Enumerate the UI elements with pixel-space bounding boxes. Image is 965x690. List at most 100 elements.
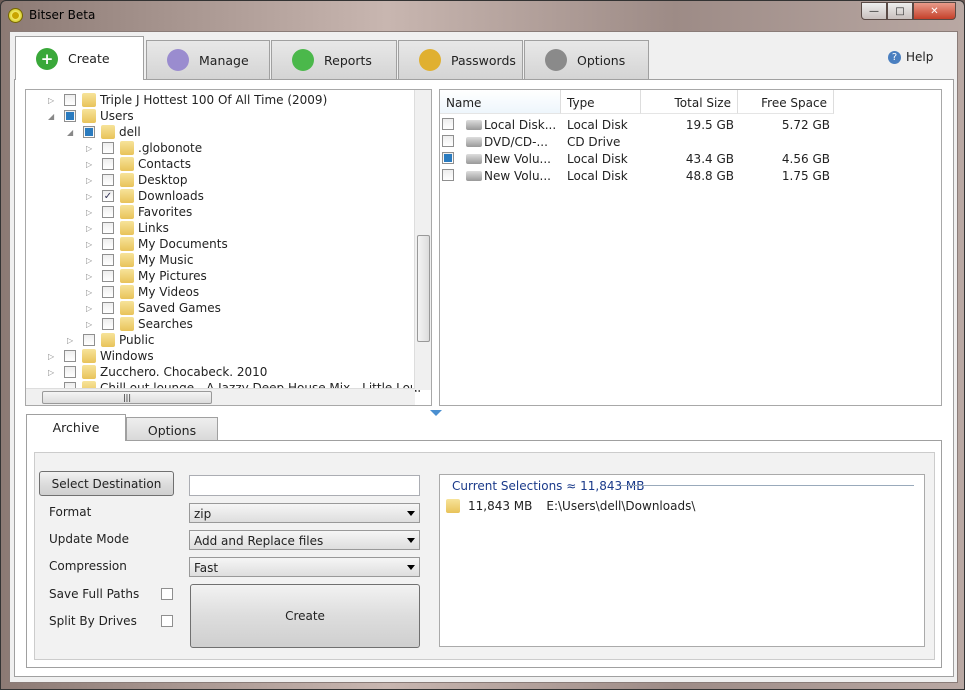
expander-icon[interactable]: ▷: [86, 320, 96, 329]
tree-item[interactable]: ▷ My Pictures: [86, 268, 207, 284]
checkbox[interactable]: [442, 152, 454, 164]
expander-icon[interactable]: ▷: [86, 160, 96, 169]
expander-icon[interactable]: ▷: [86, 144, 96, 153]
save-full-paths-checkbox[interactable]: [161, 588, 173, 600]
drive-row[interactable]: New Volu... Local Disk 48.8 GB 1.75 GB: [440, 167, 940, 184]
tree-item[interactable]: ▷ ✓ Downloads: [86, 188, 204, 204]
checkbox[interactable]: [102, 206, 114, 218]
column-header-name[interactable]: Name: [440, 90, 561, 114]
expander-icon[interactable]: ▷: [48, 96, 58, 105]
checkbox[interactable]: [83, 334, 95, 346]
tree-item[interactable]: ▷ Zucchero. Chocabeck. 2010: [48, 364, 267, 380]
close-button[interactable]: ✕: [913, 2, 956, 20]
help-label: Help: [906, 50, 934, 64]
checkbox[interactable]: [64, 366, 76, 378]
scroll-thumb[interactable]: [417, 235, 430, 342]
tree-item[interactable]: ◢ dell: [67, 124, 141, 140]
tree-item[interactable]: ▷ My Videos: [86, 284, 199, 300]
expander-icon[interactable]: ▷: [48, 352, 58, 361]
selection-item[interactable]: 11,843 MB E:\Users\dell\Downloads\: [446, 499, 695, 513]
checkbox[interactable]: [442, 135, 454, 147]
compression-select[interactable]: Fast: [189, 557, 420, 577]
tree-item[interactable]: ▷ Triple J Hottest 100 Of All Time (2009): [48, 92, 327, 108]
checkbox[interactable]: [102, 302, 114, 314]
checkbox[interactable]: [102, 270, 114, 282]
expander-icon[interactable]: ▷: [86, 304, 96, 313]
help-link[interactable]: ? Help: [888, 50, 933, 64]
chevron-down-icon: [407, 538, 415, 543]
checkbox[interactable]: [102, 158, 114, 170]
expander-icon[interactable]: ▷: [86, 256, 96, 265]
tree-item[interactable]: ▷ Favorites: [86, 204, 192, 220]
folder-icon: [120, 173, 134, 187]
column-header-free-space[interactable]: Free Space: [738, 90, 834, 114]
checkbox[interactable]: [102, 142, 114, 154]
scroll-thumb[interactable]: |||: [42, 391, 212, 404]
expander-icon[interactable]: ▷: [86, 192, 96, 201]
expander-icon[interactable]: ▷: [86, 288, 96, 297]
tab-create[interactable]: + Create: [15, 36, 144, 80]
tree-item[interactable]: ▷ My Music: [86, 252, 193, 268]
expander-icon[interactable]: ▷: [86, 208, 96, 217]
expander-icon[interactable]: ◢: [67, 128, 77, 137]
checkbox[interactable]: [102, 318, 114, 330]
tree-item[interactable]: ▷ Public: [67, 332, 155, 348]
drive-row[interactable]: New Volu... Local Disk 43.4 GB 4.56 GB: [440, 150, 940, 167]
checkbox[interactable]: [64, 110, 76, 122]
drive-row[interactable]: Local Disk... Local Disk 19.5 GB 5.72 GB: [440, 116, 940, 133]
archive-panel: Select Destination Format zip Update Mod…: [26, 440, 942, 668]
checkbox[interactable]: ✓: [102, 190, 114, 202]
select-destination-button[interactable]: Select Destination: [39, 471, 174, 496]
folder-icon: [446, 499, 460, 513]
tree-item[interactable]: ▷ Searches: [86, 316, 193, 332]
tree-item[interactable]: ▷ Links: [86, 220, 169, 236]
expander-icon[interactable]: ▷: [86, 176, 96, 185]
tree-item[interactable]: ▷ .globonote: [86, 140, 202, 156]
destination-input[interactable]: [189, 475, 420, 496]
minimize-button[interactable]: —: [861, 2, 887, 20]
tree-item[interactable]: ▷ Saved Games: [86, 300, 221, 316]
folder-tree[interactable]: ▷ Triple J Hottest 100 Of All Time (2009)…: [25, 89, 432, 406]
expander-icon[interactable]: ▷: [86, 272, 96, 281]
column-header-type[interactable]: Type: [561, 90, 641, 114]
create-button[interactable]: Create: [190, 584, 420, 648]
tree-item[interactable]: ▷ Desktop: [86, 172, 188, 188]
checkbox[interactable]: [102, 286, 114, 298]
split-by-drives-checkbox[interactable]: [161, 615, 173, 627]
checkbox[interactable]: [442, 169, 454, 181]
column-header-total-size[interactable]: Total Size: [641, 90, 738, 114]
tab-archive[interactable]: Archive: [26, 414, 126, 441]
expander-icon[interactable]: ◢: [48, 112, 58, 121]
maximize-button[interactable]: □: [887, 2, 913, 20]
format-select[interactable]: zip: [189, 503, 420, 523]
checkbox[interactable]: [102, 254, 114, 266]
tab-passwords[interactable]: Passwords: [398, 40, 523, 79]
tree-vertical-scrollbar[interactable]: [414, 90, 431, 390]
checkbox[interactable]: [64, 94, 76, 106]
expander-icon[interactable]: ▷: [86, 240, 96, 249]
tree-item[interactable]: ▷ Contacts: [86, 156, 191, 172]
tab-options[interactable]: Options: [126, 417, 218, 441]
tree-item[interactable]: ▷ Windows: [48, 348, 154, 364]
update-mode-select[interactable]: Add and Replace files: [189, 530, 420, 550]
drive-type: CD Drive: [567, 135, 621, 149]
tab-reports[interactable]: Reports: [271, 40, 397, 79]
tree-item[interactable]: ◢ Users: [48, 108, 134, 124]
checkbox[interactable]: [102, 238, 114, 250]
tab-manage[interactable]: Manage: [146, 40, 270, 79]
tab-options[interactable]: Options: [524, 40, 649, 79]
folder-icon: [101, 333, 115, 347]
drive-row[interactable]: DVD/CD-... CD Drive: [440, 133, 940, 150]
checkbox[interactable]: [64, 350, 76, 362]
tree-item[interactable]: ▷ My Documents: [86, 236, 228, 252]
splitter-arrow-icon[interactable]: [430, 410, 442, 416]
checkbox[interactable]: [102, 222, 114, 234]
checkbox[interactable]: [442, 118, 454, 130]
expander-icon[interactable]: ▷: [67, 336, 77, 345]
expander-icon[interactable]: ▷: [86, 224, 96, 233]
checkbox[interactable]: [83, 126, 95, 138]
tree-horizontal-scrollbar[interactable]: |||: [26, 388, 415, 405]
checkbox[interactable]: [102, 174, 114, 186]
expander-icon[interactable]: ▷: [48, 368, 58, 377]
drive-list[interactable]: Name Type Total Size Free Space Local Di…: [439, 89, 942, 406]
